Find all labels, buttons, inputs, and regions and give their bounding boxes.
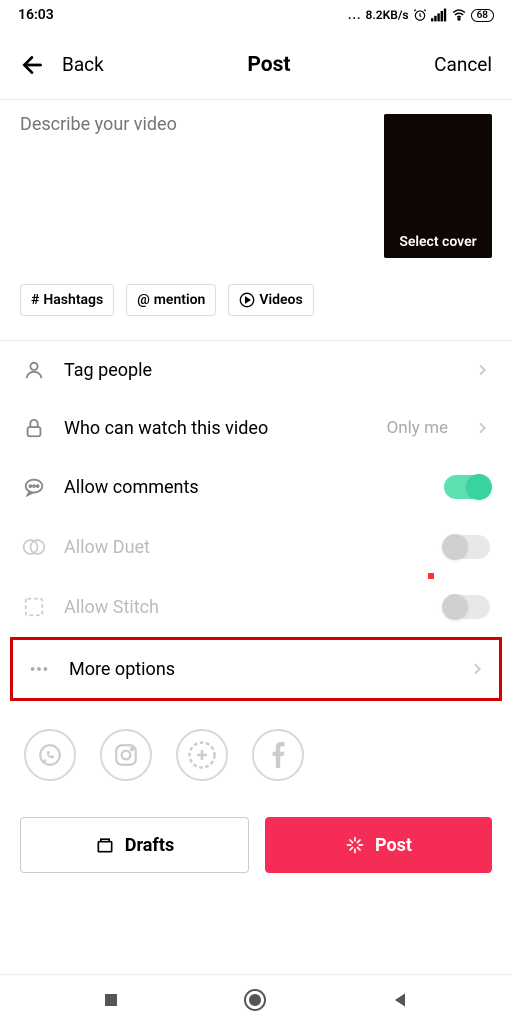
status-bar: 16:03 ... 8.2KB/s 68 — [0, 0, 512, 30]
indicator-dot — [428, 573, 434, 579]
compose-area: Select cover — [0, 100, 512, 278]
allow-duet-row: Allow Duet — [8, 517, 504, 577]
story-share[interactable] — [176, 729, 228, 781]
system-nav — [0, 974, 512, 1024]
chip-row: # Hashtags @ mention Videos — [0, 278, 512, 341]
stitch-icon — [22, 596, 46, 618]
privacy-label: Who can watch this video — [64, 418, 369, 439]
tag-people-row[interactable]: Tag people — [8, 341, 504, 399]
privacy-row[interactable]: Who can watch this video Only me — [8, 399, 504, 457]
allow-comments-toggle[interactable] — [444, 475, 490, 499]
hashtags-chip-label: Hashtags — [43, 292, 103, 308]
privacy-value: Only me — [387, 418, 448, 438]
at-icon: @ — [137, 292, 150, 308]
home-button[interactable] — [243, 988, 267, 1012]
whatsapp-icon — [37, 742, 63, 768]
lock-icon — [22, 417, 46, 439]
battery-indicator: 68 — [471, 9, 494, 22]
allow-duet-label: Allow Duet — [64, 537, 426, 558]
allow-stitch-label: Allow Stitch — [64, 597, 426, 618]
story-plus-icon — [187, 740, 217, 770]
settings-list: Tag people Who can watch this video Only… — [0, 341, 512, 701]
facebook-share[interactable] — [252, 729, 304, 781]
whatsapp-share[interactable] — [24, 729, 76, 781]
chevron-right-icon — [474, 362, 490, 378]
allow-stitch-toggle — [444, 595, 490, 619]
cover-selector[interactable]: Select cover — [384, 114, 492, 258]
mention-chip[interactable]: @ mention — [126, 284, 216, 316]
post-spark-icon — [345, 835, 365, 855]
drafts-icon — [95, 835, 115, 855]
allow-duet-toggle — [444, 535, 490, 559]
allow-comments-label: Allow comments — [64, 477, 426, 498]
person-icon — [22, 359, 46, 381]
videos-chip-label: Videos — [259, 292, 302, 308]
post-button[interactable]: Post — [265, 817, 492, 873]
more-options-row[interactable]: More options — [10, 637, 502, 701]
duet-icon — [22, 536, 46, 558]
page-title: Post — [247, 53, 290, 77]
back-button[interactable]: Back — [62, 53, 104, 76]
allow-comments-row: Allow comments — [8, 457, 504, 517]
chevron-right-icon — [474, 420, 490, 436]
drafts-button[interactable]: Drafts — [20, 817, 249, 873]
signal-icon — [431, 8, 447, 22]
tag-people-label: Tag people — [64, 360, 456, 381]
comment-icon — [22, 476, 46, 498]
share-row — [0, 701, 512, 797]
instagram-share[interactable] — [100, 729, 152, 781]
more-options-label: More options — [69, 659, 451, 680]
instagram-icon — [113, 742, 139, 768]
more-icon — [27, 658, 51, 680]
play-circle-icon — [239, 292, 255, 308]
post-label: Post — [375, 835, 412, 856]
recent-apps-button[interactable] — [102, 991, 120, 1009]
wifi-icon — [451, 8, 467, 22]
facebook-icon — [271, 742, 285, 768]
cover-label: Select cover — [384, 234, 492, 250]
cancel-button[interactable]: Cancel — [434, 53, 492, 76]
back-arrow-icon[interactable] — [20, 52, 46, 78]
action-buttons: Drafts Post — [0, 797, 512, 897]
allow-stitch-row: Allow Stitch — [8, 577, 504, 637]
nav-bar: Back Post Cancel — [0, 30, 512, 100]
description-input[interactable] — [20, 114, 372, 234]
chevron-right-icon — [469, 661, 485, 677]
mention-chip-label: mention — [154, 292, 206, 308]
alarm-icon — [413, 8, 427, 22]
hashtags-chip[interactable]: # Hashtags — [20, 284, 114, 316]
drafts-label: Drafts — [125, 835, 174, 856]
videos-chip[interactable]: Videos — [228, 284, 313, 316]
status-data-rate: 8.2KB/s — [365, 8, 408, 22]
status-indicators: ... 8.2KB/s 68 — [348, 8, 494, 22]
status-time: 16:03 — [18, 7, 54, 23]
back-nav-button[interactable] — [390, 990, 410, 1010]
hash-icon: # — [31, 292, 39, 308]
